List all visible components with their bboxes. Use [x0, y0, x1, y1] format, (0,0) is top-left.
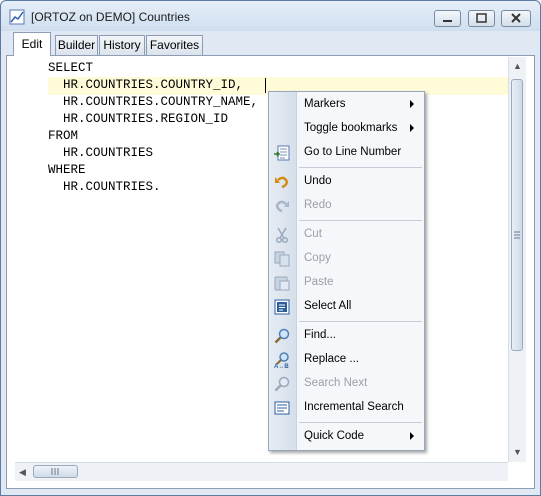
horizontal-scroll-thumb[interactable] [33, 465, 78, 478]
close-button[interactable] [501, 10, 531, 27]
menu-item-go-to-line[interactable]: Go to Line Number [269, 142, 424, 164]
menu-item-label: Paste [304, 276, 334, 288]
maximize-button[interactable] [468, 10, 495, 27]
paste-icon [274, 276, 290, 291]
context-menu: Markers Toggle bookmarks Go to Line Numb… [268, 91, 425, 451]
menu-item-cut[interactable]: Cut [269, 224, 424, 246]
search-next-icon [274, 376, 290, 392]
menu-item-incremental-search[interactable]: Incremental Search [269, 397, 424, 419]
menu-separator [299, 220, 422, 221]
query-app-icon [9, 9, 25, 25]
scroll-down-icon[interactable]: ▼ [513, 447, 522, 457]
code-line: WHERE [48, 163, 86, 177]
tab-builder[interactable]: Builder [55, 35, 98, 55]
menu-separator [299, 422, 422, 423]
code-line: HR.COUNTRIES.REGION_ID [48, 112, 229, 126]
menu-item-label: Redo [304, 199, 332, 211]
copy-icon [274, 251, 290, 267]
menu-item-select-all[interactable]: Select All [269, 296, 424, 318]
close-icon [511, 13, 521, 23]
menu-item-quick-code[interactable]: Quick Code [269, 426, 424, 448]
code-line: HR.COUNTRIES [48, 146, 154, 160]
replace-icon: A↔B [274, 352, 289, 368]
find-icon [274, 328, 290, 344]
scissors-icon [275, 227, 289, 243]
menu-item-label: Toggle bookmarks [304, 122, 398, 134]
menu-item-toggle-bookmarks[interactable]: Toggle bookmarks [269, 118, 424, 140]
minimize-button[interactable] [434, 10, 461, 27]
code-line: FROM [48, 129, 79, 143]
goto-line-icon [274, 145, 290, 161]
menu-item-label: Go to Line Number [304, 146, 402, 158]
menu-item-label: Cut [304, 228, 322, 240]
undo-icon [275, 176, 289, 189]
menu-item-paste[interactable]: Paste [269, 272, 424, 294]
menu-separator [299, 167, 422, 168]
submenu-arrow-icon [410, 100, 414, 108]
menu-item-label: Incremental Search [304, 401, 404, 413]
menu-item-replace[interactable]: A↔B Replace ... [269, 349, 424, 371]
select-all-icon [274, 299, 290, 315]
menu-item-label: Search Next [304, 377, 368, 389]
tab-favorites[interactable]: Favorites [146, 35, 203, 55]
menu-separator [299, 321, 422, 322]
menu-item-label: Replace ... [304, 353, 359, 365]
code-line: HR.COUNTRIES. [48, 180, 161, 194]
menu-item-undo[interactable]: Undo [269, 171, 424, 193]
scroll-up-icon[interactable]: ▲ [513, 61, 522, 71]
menu-item-find[interactable]: Find... [269, 325, 424, 347]
menu-item-redo[interactable]: Redo [269, 195, 424, 217]
menu-item-label: Markers [304, 98, 346, 110]
menu-item-label: Undo [304, 175, 332, 187]
vertical-scrollbar[interactable]: ▲ ▼ [508, 57, 526, 462]
svg-text:A↔B: A↔B [274, 364, 289, 368]
code-line: HR.COUNTRIES.COUNTRY_NAME, [48, 95, 259, 109]
menu-item-markers[interactable]: Markers [269, 94, 424, 116]
redo-icon [275, 200, 289, 213]
code-line: HR.COUNTRIES.COUNTRY_ID, [48, 78, 244, 92]
horizontal-scrollbar[interactable]: ◀ [15, 462, 508, 481]
menu-item-label: Copy [304, 252, 331, 264]
maximize-icon [476, 13, 487, 23]
window-title: [ORTOZ on DEMO] Countries [31, 10, 190, 24]
tab-history[interactable]: History [99, 35, 145, 55]
vertical-scroll-thumb[interactable] [511, 79, 523, 351]
code-line: SELECT [48, 61, 94, 75]
menu-item-label: Find... [304, 329, 336, 341]
menu-item-label: Select All [304, 300, 352, 312]
submenu-arrow-icon [410, 432, 414, 440]
menu-item-label: Quick Code [304, 430, 365, 442]
scroll-left-icon[interactable]: ◀ [19, 467, 26, 478]
submenu-arrow-icon [410, 124, 414, 132]
tab-edit[interactable]: Edit [13, 32, 51, 56]
minimize-icon [443, 20, 452, 22]
menu-item-search-next[interactable]: Search Next [269, 373, 424, 395]
menu-item-copy[interactable]: Copy [269, 248, 424, 270]
text-caret [265, 78, 266, 93]
incremental-search-icon [274, 401, 290, 415]
title-bar[interactable]: [ORTOZ on DEMO] Countries [1, 1, 540, 31]
grip-icon [514, 231, 520, 239]
grip-icon [51, 468, 59, 475]
